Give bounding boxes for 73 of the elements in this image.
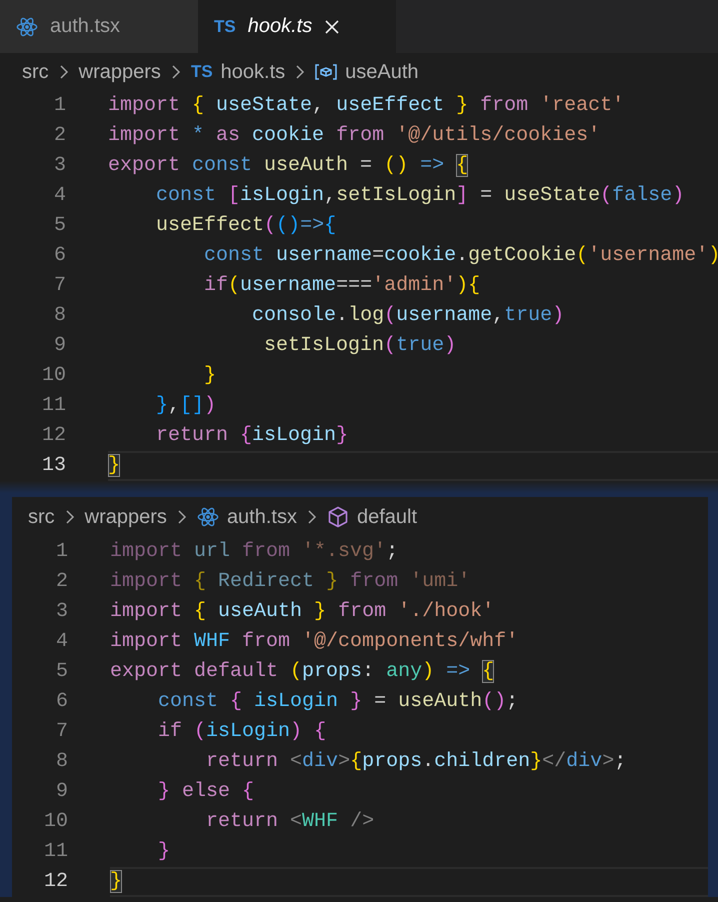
code-line: setIsLogin(true) [263, 333, 458, 359]
line-number: 4 [54, 629, 68, 655]
code-line: return {isLogin} [155, 423, 350, 449]
line-number: 12 [42, 869, 68, 895]
line-number: 2 [54, 569, 68, 595]
code-line: return <WHF /> [205, 809, 376, 835]
atom-icon [16, 16, 38, 38]
symbol-icon [315, 64, 338, 80]
breadcrumb-item[interactable]: wrappers [84, 506, 167, 528]
code-line: import * as cookie from '@/utils/cookies' [108, 123, 602, 149]
breadcrumb-item[interactable]: default [356, 506, 418, 528]
line-number: 5 [52, 213, 66, 239]
code-line: } [108, 451, 718, 481]
editor-tab[interactable]: TS hook.ts [198, 0, 396, 53]
line-number: 2 [52, 123, 66, 149]
close-icon[interactable] [324, 18, 340, 34]
line-number: 10 [40, 363, 66, 389]
code-line: import { useAuth } from './hook' [110, 599, 496, 625]
line-number: 7 [54, 719, 68, 745]
atom-icon [196, 506, 219, 528]
chevron-icon [58, 64, 69, 80]
code-line: useEffect(()=>{ [155, 213, 338, 239]
chevron-icon [64, 509, 75, 525]
code-line: } [203, 363, 218, 389]
line-number: 8 [52, 303, 66, 329]
chevron-icon [176, 509, 187, 525]
code-line: },[]) [155, 393, 218, 419]
line-number: 13 [40, 453, 66, 479]
code-line: export const useAuth = () => { [108, 153, 470, 179]
code-line: if (isLogin) { [157, 719, 328, 745]
code-line: console.log(username,true) [251, 303, 566, 329]
code-line: const { isLogin } = useAuth(); [157, 689, 520, 715]
cube-icon [326, 506, 349, 528]
line-number: 5 [54, 659, 68, 685]
line-number: 3 [52, 153, 66, 179]
code-line: const [isLogin,setIsLogin] = useState(false) [155, 183, 686, 209]
chevron-icon [306, 509, 317, 525]
chevron-icon [170, 64, 181, 80]
line-number: 10 [42, 809, 68, 835]
typescript-label: TS [214, 16, 236, 36]
line-number: 11 [42, 839, 68, 865]
line-number: 1 [52, 93, 66, 119]
line-number: 9 [52, 333, 66, 359]
code-line: import { Redirect } from 'umi' [110, 569, 472, 595]
breadcrumb-item[interactable]: src [22, 60, 49, 84]
line-number: 8 [54, 749, 68, 775]
line-number: 6 [54, 689, 68, 715]
code-line: return <div>{props.children}</div>; [205, 749, 628, 775]
line-number: 9 [54, 779, 68, 805]
editor-tab[interactable]: auth.tsx [0, 0, 198, 53]
line-number: 4 [52, 183, 66, 209]
code-line: import { useState, useEffect } from 'react' [108, 93, 626, 119]
line-number: 3 [54, 599, 68, 625]
code-line: } else { [157, 779, 256, 805]
code-line: export default (props: any) => { [110, 659, 496, 685]
code-line: } [110, 867, 708, 897]
line-number: 7 [52, 273, 66, 299]
typescript-label: TS [190, 62, 213, 82]
code-line: } [157, 839, 172, 865]
code-line: const username=cookie.getCookie('username') [203, 243, 718, 269]
code-line: import WHF from '@/components/whf' [110, 629, 520, 655]
breadcrumb-item[interactable]: wrappers [78, 60, 161, 84]
breadcrumb-item[interactable]: hook.ts [220, 60, 286, 84]
line-number: 1 [54, 539, 68, 565]
code-line: import url from '*.svg'; [110, 539, 400, 565]
code-line: if(username==='admin'){ [203, 273, 482, 299]
line-number: 11 [40, 393, 66, 419]
line-number: 6 [52, 243, 66, 269]
line-number: 12 [40, 423, 66, 449]
breadcrumb-item[interactable]: useAuth [345, 60, 419, 84]
breadcrumb-item[interactable]: src [28, 506, 55, 528]
chevron-icon [295, 64, 306, 80]
breadcrumb-item[interactable]: auth.tsx [226, 506, 297, 528]
